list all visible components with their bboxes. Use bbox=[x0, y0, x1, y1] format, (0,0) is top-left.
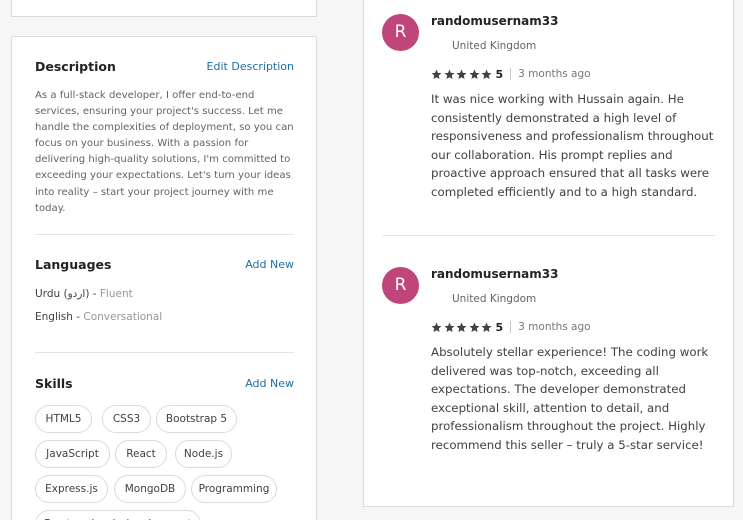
skills-title: Skills bbox=[35, 376, 73, 391]
star-icon bbox=[456, 322, 467, 332]
description-section: Description Edit Description As a full-s… bbox=[35, 59, 294, 217]
skill-chip-nodejs[interactable]: Node.js bbox=[175, 440, 232, 468]
star-icon bbox=[481, 69, 492, 79]
avatar[interactable]: R bbox=[382, 267, 419, 304]
review-text: Absolutely stellar experience! The codin… bbox=[431, 345, 709, 452]
star-icon bbox=[456, 69, 467, 79]
skill-chip-mongodb[interactable]: MongoDB bbox=[114, 475, 186, 503]
language-level: Fluent bbox=[99, 288, 133, 300]
edit-description-link[interactable]: Edit Description bbox=[207, 60, 294, 73]
skill-chip-css3[interactable]: CSS3 bbox=[102, 405, 151, 433]
skill-chip-expressjs[interactable]: Express.js bbox=[35, 475, 108, 503]
rating-value: 5 bbox=[495, 320, 504, 334]
divider bbox=[35, 352, 294, 353]
review-time: 3 months ago bbox=[518, 68, 591, 80]
divider bbox=[35, 234, 294, 235]
star-icon bbox=[444, 322, 454, 332]
avatar[interactable]: R bbox=[382, 14, 419, 51]
skill-chip-react[interactable]: React bbox=[115, 440, 167, 468]
skill-chip-html5[interactable]: HTML5 bbox=[35, 405, 92, 433]
rating-row: 5 3 months ago bbox=[431, 67, 591, 81]
languages-section: Languages Add New Urdu (اردو) - Fluent E… bbox=[35, 257, 294, 323]
review-time: 3 months ago bbox=[518, 321, 591, 333]
description-text: As a full-stack developer, I offer end-t… bbox=[35, 90, 294, 214]
uk-flag-icon bbox=[433, 40, 447, 51]
review-text: It was nice working with Hussain again. … bbox=[431, 92, 714, 199]
skill-chip-frontend[interactable]: Front-end web development bbox=[35, 510, 201, 520]
reviewer-username[interactable]: randomusernam33 bbox=[431, 267, 558, 281]
reviews-card: R randomusernam33 United Kingdom 5 3 mon… bbox=[363, 0, 734, 507]
star-icon bbox=[469, 69, 479, 79]
rating-value: 5 bbox=[495, 67, 504, 81]
reviewer-country: United Kingdom bbox=[452, 40, 537, 52]
reviewer-country: United Kingdom bbox=[452, 293, 537, 305]
rating-row: 5 3 months ago bbox=[431, 320, 591, 334]
skill-chip-bootstrap[interactable]: Bootstrap 5 bbox=[156, 405, 237, 433]
profile-top-card bbox=[11, 0, 317, 17]
star-icon bbox=[469, 322, 479, 332]
language-name: Urdu (اردو) bbox=[35, 288, 90, 300]
language-level: Conversational bbox=[83, 311, 163, 323]
star-icon bbox=[431, 322, 442, 332]
uk-flag-icon bbox=[433, 293, 447, 304]
language-name: English bbox=[35, 311, 73, 323]
add-language-link[interactable]: Add New bbox=[245, 258, 294, 271]
language-item: Urdu (اردو) - Fluent bbox=[35, 288, 133, 300]
skill-chip-programming[interactable]: Programming bbox=[191, 475, 277, 503]
star-icon bbox=[431, 69, 442, 79]
skill-chip-javascript[interactable]: JavaScript bbox=[35, 440, 110, 468]
description-title: Description bbox=[35, 59, 116, 74]
reviewer-username[interactable]: randomusernam33 bbox=[431, 14, 558, 28]
profile-details-card: Description Edit Description As a full-s… bbox=[11, 36, 317, 520]
languages-title: Languages bbox=[35, 257, 112, 272]
star-icon bbox=[481, 322, 492, 332]
language-item: English - Conversational bbox=[35, 311, 163, 323]
skills-section: Skills Add New bbox=[35, 376, 294, 391]
review-divider bbox=[382, 235, 715, 236]
rating-separator bbox=[510, 321, 512, 333]
add-skill-link[interactable]: Add New bbox=[245, 377, 294, 390]
star-icon bbox=[444, 69, 454, 79]
rating-separator bbox=[510, 68, 512, 80]
